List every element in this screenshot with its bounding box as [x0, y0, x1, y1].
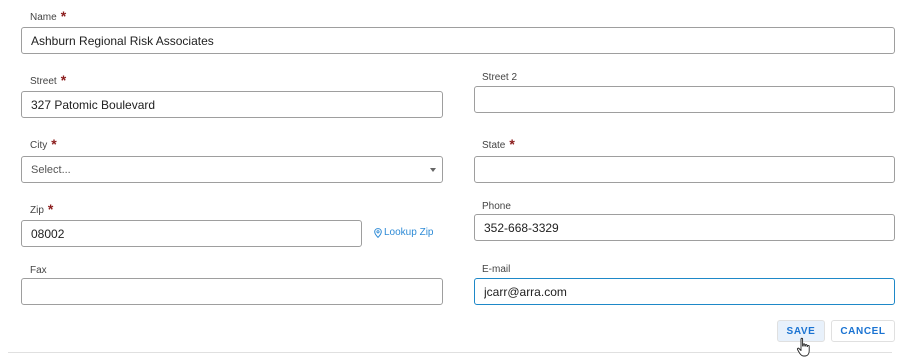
zip-label-text: Zip	[30, 205, 44, 216]
divider	[8, 352, 892, 353]
hand-pointer-icon	[796, 337, 810, 357]
phone-label-text: Phone	[482, 201, 511, 212]
street2-label-text: Street 2	[482, 72, 518, 83]
zip-field[interactable]	[21, 220, 362, 247]
email-field[interactable]	[474, 278, 895, 305]
street-field[interactable]	[21, 91, 443, 118]
name-field[interactable]	[21, 27, 895, 54]
street-label: Street *	[30, 72, 67, 88]
phone-label: Phone	[482, 201, 511, 213]
lookup-zip-link[interactable]: Lookup Zip	[374, 227, 433, 238]
city-select-placeholder: Select...	[31, 163, 71, 176]
name-label-text: Name	[30, 12, 57, 23]
cancel-button[interactable]: CANCEL	[831, 320, 895, 342]
street-label-text: Street	[30, 76, 57, 87]
city-label-text: City	[30, 140, 48, 151]
required-marker: *	[47, 201, 54, 217]
state-label-text: State	[482, 140, 506, 151]
chevron-down-icon	[430, 168, 436, 172]
city-select[interactable]: Select...	[21, 156, 443, 183]
email-label: E-mail	[482, 264, 510, 276]
state-field[interactable]	[474, 156, 895, 183]
map-pin-icon	[374, 227, 382, 238]
lookup-zip-label: Lookup Zip	[384, 227, 434, 238]
name-label: Name *	[30, 8, 67, 24]
fax-field[interactable]	[21, 278, 443, 305]
required-marker: *	[509, 136, 515, 152]
required-marker: *	[51, 136, 57, 152]
city-label: City *	[30, 136, 57, 152]
street2-label: Street 2	[482, 72, 517, 84]
state-label: State *	[482, 136, 515, 152]
email-label-text: E-mail	[482, 264, 511, 275]
fax-label-text: Fax	[30, 265, 47, 276]
required-marker: *	[60, 8, 67, 24]
required-marker: *	[60, 72, 67, 88]
street2-field[interactable]	[474, 86, 895, 113]
fax-label: Fax	[30, 265, 47, 277]
zip-label: Zip *	[30, 201, 54, 217]
phone-field[interactable]	[474, 214, 895, 241]
